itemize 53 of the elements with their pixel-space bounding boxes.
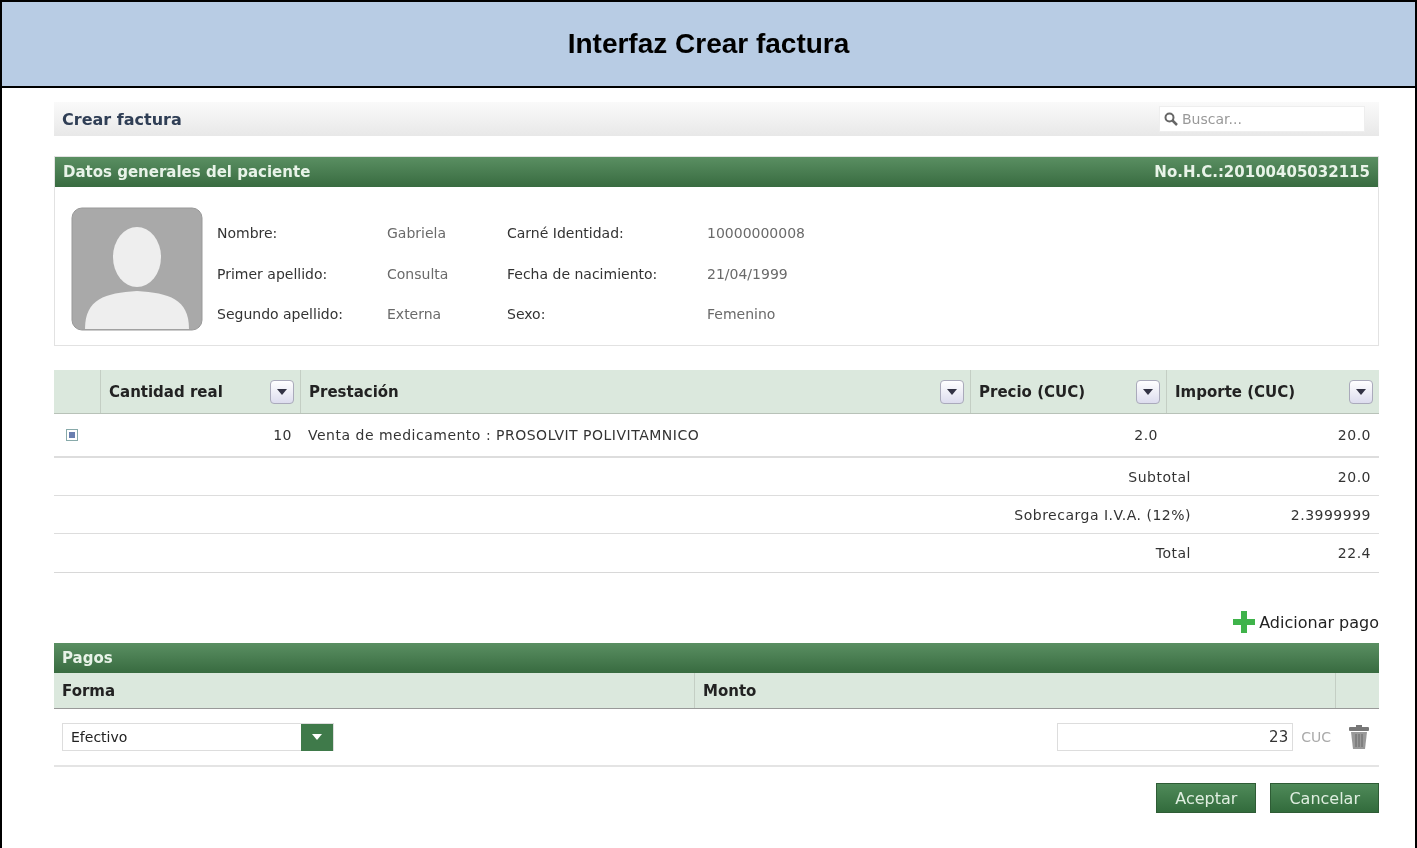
search-icon	[1164, 112, 1178, 126]
caret-icon	[947, 388, 957, 395]
field-value: Gabriela	[387, 225, 448, 243]
row-checkbox[interactable]	[66, 429, 78, 441]
plus-icon	[1233, 611, 1256, 633]
column-header: Forma	[62, 681, 116, 700]
summary-value: 20.0	[1336, 468, 1372, 485]
field-value: 21/04/1999	[707, 265, 789, 284]
toolbar-title: Crear factura	[62, 109, 182, 129]
column-menu-button[interactable]	[1136, 379, 1160, 404]
summary-label: Sobrecarga I.V.A. (12%)	[1013, 506, 1192, 523]
summary-value: 22.4	[1336, 545, 1372, 561]
panel-title: Pagos	[62, 649, 113, 667]
amount-field[interactable]: 23	[1057, 723, 1294, 751]
field-label: Fecha de nacimiento:	[507, 265, 659, 284]
page-title: Interfaz Crear factura	[567, 28, 850, 60]
field-value: 10000000008	[707, 225, 806, 243]
caret-icon	[277, 388, 287, 395]
field-value: Femenino	[707, 306, 777, 325]
field-label: Carné Identidad:	[507, 225, 625, 243]
caret-icon	[1356, 388, 1366, 395]
table-cell-text: Venta de medicamento : PROSOLVIT POLIVITAMNICO	[307, 427, 701, 443]
column-header: Monto	[703, 681, 757, 700]
search-field[interactable]: Buscar...	[1159, 106, 1365, 132]
column-menu-button[interactable]	[940, 379, 964, 404]
field-label: Segundo apellido:	[217, 306, 344, 325]
field-label: Nombre:	[217, 225, 279, 243]
column-header: Prestación	[309, 382, 399, 401]
field-value: Externa	[387, 306, 443, 325]
caret-icon	[1143, 388, 1153, 395]
field-label: Primer apellido:	[217, 265, 329, 284]
column-menu-button[interactable]	[1349, 379, 1373, 404]
add-payment-link[interactable]: Adicionar pago	[1233, 611, 1379, 633]
table-cell-text: 10	[272, 427, 293, 443]
summary-value: 2.3999999	[1289, 506, 1372, 523]
column-header: Importe (CUC)	[1175, 382, 1296, 401]
caret-icon	[312, 734, 322, 740]
column-header: Precio (CUC)	[979, 382, 1086, 401]
currency-label: CUC	[1301, 729, 1331, 745]
summary-label: Total	[1154, 545, 1192, 561]
record-number: No.H.C.:20100405032115	[1154, 163, 1370, 181]
panel-title: Datos generales del paciente	[63, 163, 311, 181]
field-value: Consulta	[387, 265, 450, 284]
column-menu-button[interactable]	[270, 379, 294, 404]
field-label: Sexo:	[507, 306, 547, 325]
action-button[interactable]: Cancelar	[1270, 783, 1379, 813]
table-cell-text: 20.0	[1336, 427, 1372, 443]
trash-icon[interactable]	[1349, 725, 1369, 749]
payment-method-select[interactable]: Efectivo	[62, 723, 334, 751]
summary-label: Subtotal	[1127, 468, 1192, 485]
action-button[interactable]: Aceptar	[1156, 783, 1257, 813]
table-cell-text: 2.0	[1133, 427, 1159, 443]
column-header: Cantidad real	[109, 382, 223, 401]
